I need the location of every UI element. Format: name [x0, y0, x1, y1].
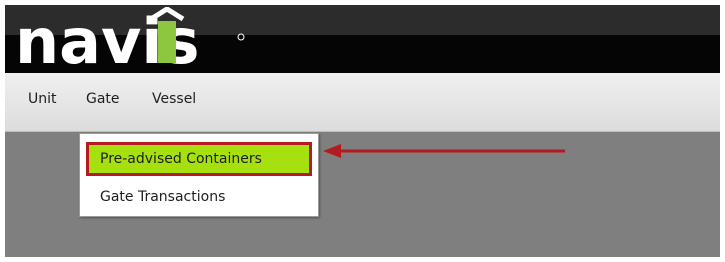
main-menu-bar: Unit Gate Vessel [5, 73, 720, 132]
app-frame: navis Unit Gate Vessel Pre-advised Conta… [5, 5, 720, 257]
menu-option-pre-advised-containers[interactable]: Pre-advised Containers [86, 142, 312, 176]
menu-unit[interactable]: Unit [28, 91, 57, 107]
arrow-head [323, 144, 341, 158]
logo-accent-bar [158, 21, 176, 63]
registered-mark [237, 33, 245, 41]
annotation-arrow [323, 144, 565, 158]
gate-dropdown-menu: Pre-advised Containers Gate Transactions [79, 133, 319, 217]
navis-logo: navis [15, 7, 245, 69]
menu-vessel[interactable]: Vessel [152, 91, 196, 107]
app-header: navis [5, 5, 720, 73]
menu-gate[interactable]: Gate [86, 91, 120, 107]
menu-option-gate-transactions[interactable]: Gate Transactions [86, 180, 312, 214]
